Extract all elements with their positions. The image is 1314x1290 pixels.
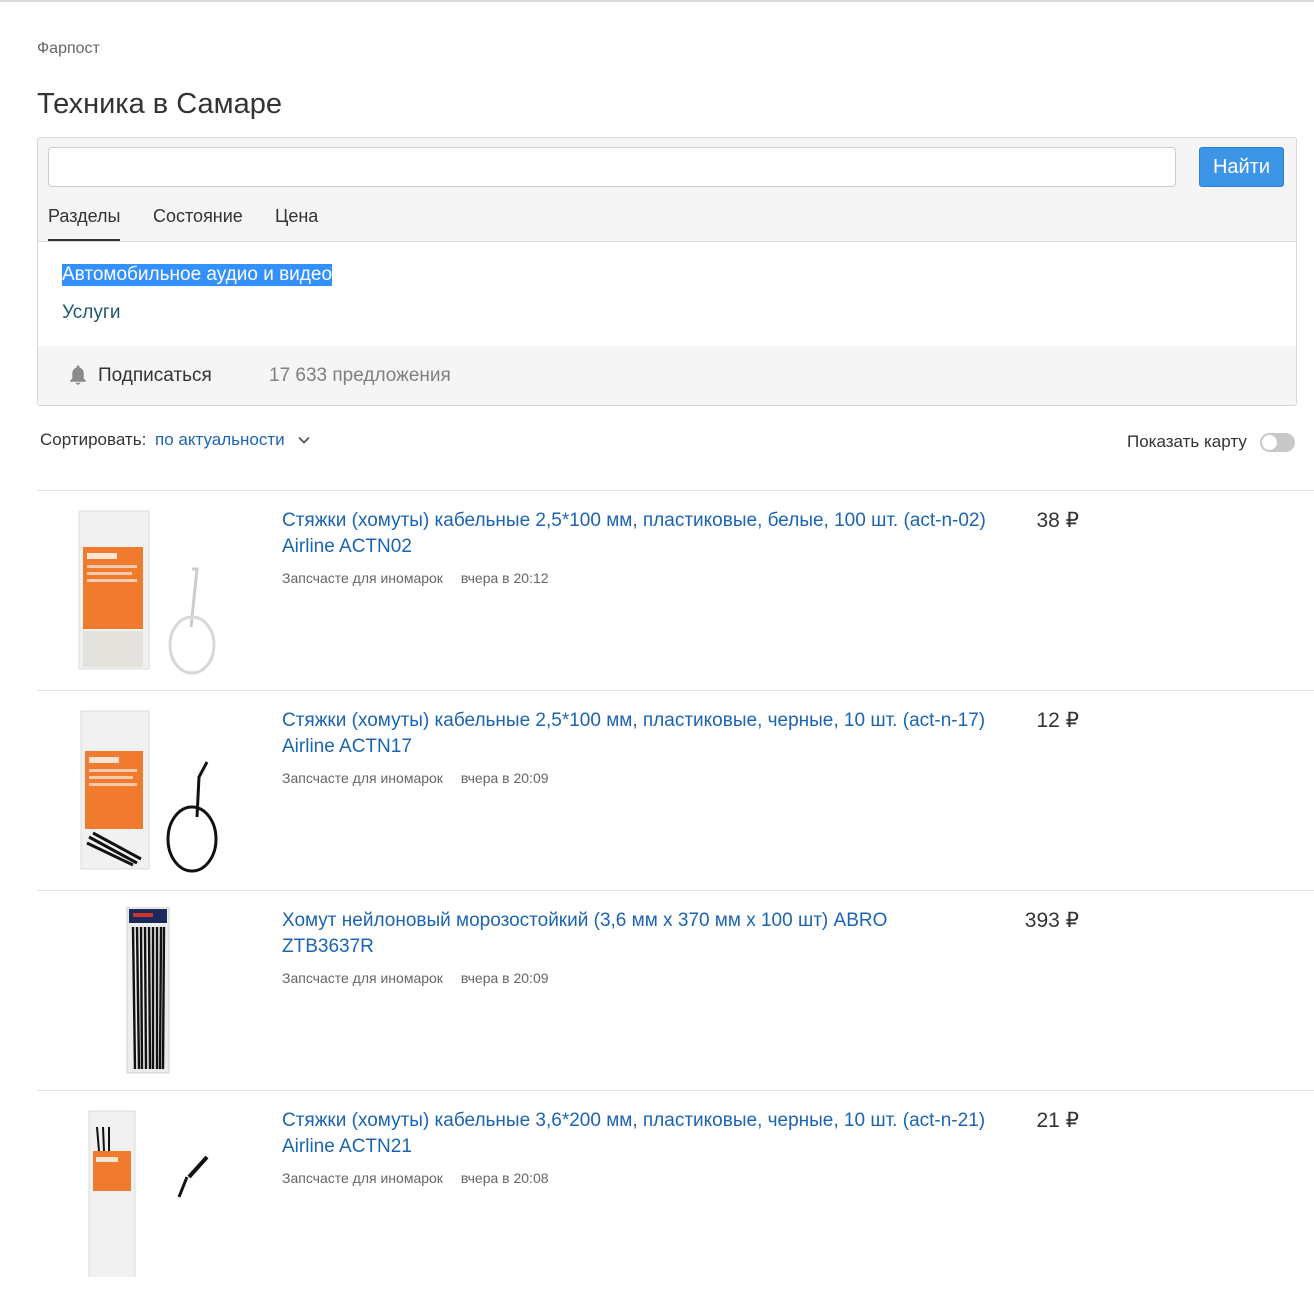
list-item: Стяжки (хомуты) кабельные 2,5*100 мм, пл… xyxy=(37,490,1314,690)
product-image[interactable] xyxy=(67,507,227,677)
item-category: Запсчасте для иномарок xyxy=(282,970,443,986)
tab-sections[interactable]: Разделы xyxy=(48,206,121,241)
product-image[interactable] xyxy=(67,1107,227,1277)
bell-icon[interactable] xyxy=(68,364,88,386)
item-price: 12 ₽ xyxy=(1036,709,1079,732)
sort-dropdown[interactable]: по актуальности xyxy=(155,430,285,450)
item-price: 393 ₽ xyxy=(1024,909,1079,932)
item-title-link[interactable]: Хомут нейлоновый морозостойкий (3,6 мм х… xyxy=(282,908,942,960)
search-button[interactable]: Найти xyxy=(1199,147,1284,187)
list-item: Хомут нейлоновый морозостойкий (3,6 мм х… xyxy=(37,890,1314,1090)
item-time: вчера в 20:08 xyxy=(460,1170,549,1186)
product-image[interactable] xyxy=(67,907,227,1077)
listing: Стяжки (хомуты) кабельные 2,5*100 мм, пл… xyxy=(37,490,1314,1290)
show-map-label: Показать карту xyxy=(1127,432,1247,451)
item-meta: Запсчасте для иномарок вчера в 20:09 xyxy=(282,770,549,786)
section-link-car-audio-video[interactable]: Автомобильное аудио и видео xyxy=(62,264,333,286)
subscribe-button[interactable]: Подписаться xyxy=(98,365,212,387)
offers-count: 17 633 предложения xyxy=(269,365,451,386)
item-time: вчера в 20:12 xyxy=(460,570,549,586)
list-item: Стяжки (хомуты) кабельные 3,6*200 мм, пл… xyxy=(37,1090,1314,1290)
tab-state[interactable]: Состояние xyxy=(153,206,243,239)
toggle-knob xyxy=(1262,435,1277,450)
item-category: Запсчасте для иномарок xyxy=(282,770,443,786)
item-category: Запсчасте для иномарок xyxy=(282,570,443,586)
sections-panel: Автомобильное аудио и видео Услуги xyxy=(38,241,1296,346)
sort-label: Сортировать: xyxy=(40,430,147,449)
top-divider xyxy=(0,0,1314,2)
product-image[interactable] xyxy=(67,707,227,877)
item-time: вчера в 20:09 xyxy=(460,970,549,986)
tab-price[interactable]: Цена xyxy=(275,206,318,239)
item-meta: Запсчасте для иномарок вчера в 20:09 xyxy=(282,970,549,986)
item-title-link[interactable]: Стяжки (хомуты) кабельные 2,5*100 мм, пл… xyxy=(282,508,1027,560)
show-map-toggle[interactable] xyxy=(1260,433,1295,452)
item-price: 21 ₽ xyxy=(1036,1109,1079,1132)
item-price: 38 ₽ xyxy=(1036,509,1079,532)
item-category: Запсчасте для иномарок xyxy=(282,1170,443,1186)
item-title-link[interactable]: Стяжки (хомуты) кабельные 3,6*200 мм, пл… xyxy=(282,1108,1027,1160)
item-title-link[interactable]: Стяжки (хомуты) кабельные 2,5*100 мм, пл… xyxy=(282,708,1027,760)
item-time: вчера в 20:09 xyxy=(460,770,549,786)
search-input[interactable] xyxy=(48,147,1176,187)
list-item: Стяжки (хомуты) кабельные 2,5*100 мм, пл… xyxy=(37,690,1314,890)
page-title: Техника в Самаре xyxy=(37,88,282,120)
filter-panel: Найти Разделы Состояние Цена Автомобильн… xyxy=(37,137,1297,406)
item-meta: Запсчасте для иномарок вчера в 20:08 xyxy=(282,1170,549,1186)
chevron-down-icon[interactable] xyxy=(297,433,311,447)
item-meta: Запсчасте для иномарок вчера в 20:12 xyxy=(282,570,549,586)
subscribe-row: Подписаться 17 633 предложения xyxy=(38,346,1296,406)
breadcrumb[interactable]: Фарпост xyxy=(37,40,100,58)
section-link-services[interactable]: Услуги xyxy=(62,302,120,324)
